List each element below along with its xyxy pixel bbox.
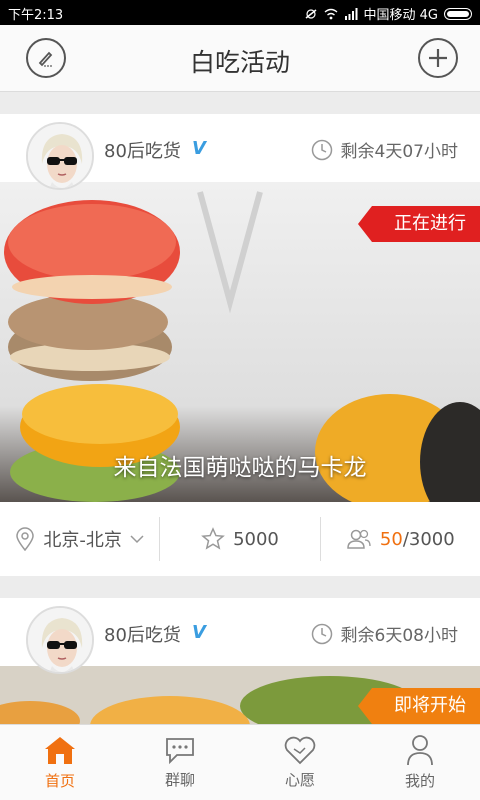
tab-chat[interactable]: 群聊 xyxy=(120,725,240,800)
status-bar: 下午2:13 中国移动 4G xyxy=(0,0,480,25)
group-icon xyxy=(347,529,371,549)
time-remaining: 剩余4天07小时 xyxy=(311,137,458,162)
activity-card[interactable]: 80后吃货 V 剩余4天07小时 正在进行 来自法国萌哒哒的马卡龙 北京-北京 … xyxy=(0,114,480,576)
star-count[interactable]: 5000 xyxy=(159,517,319,561)
clock-icon xyxy=(311,139,332,160)
username[interactable]: 80后吃货 xyxy=(104,137,181,163)
card-header: 80后吃货 V 剩余6天08小时 xyxy=(0,598,480,674)
avatar[interactable] xyxy=(26,122,94,190)
status-ribbon: 即将开始 xyxy=(358,688,480,724)
tab-wish[interactable]: 心愿 xyxy=(240,725,360,800)
wifi-icon xyxy=(324,8,337,19)
activity-image[interactable]: 即将开始 xyxy=(0,666,480,724)
clock-icon xyxy=(311,623,332,644)
tab-label: 我的 xyxy=(404,772,435,790)
tab-label: 心愿 xyxy=(284,771,315,789)
activity-card[interactable]: 80后吃货 V 剩余6天08小时 即将开始 xyxy=(0,598,480,724)
page-title: 白吃活动 xyxy=(189,48,290,77)
chevron-down-icon xyxy=(130,535,144,544)
username[interactable]: 80后吃货 xyxy=(104,621,181,647)
tab-label: 首页 xyxy=(44,772,75,790)
activity-image[interactable]: 正在进行 来自法国萌哒哒的马卡龙 xyxy=(0,182,480,502)
time-remaining-text: 剩余6天08小时 xyxy=(340,626,458,646)
mute-icon xyxy=(305,8,316,19)
nav-bar: 白吃活动 xyxy=(0,25,480,92)
participant-count[interactable]: 50/3000 xyxy=(319,517,480,561)
tab-mine[interactable]: 我的 xyxy=(360,725,480,800)
add-button[interactable] xyxy=(418,38,458,78)
location-pin-icon xyxy=(16,527,35,551)
time-remaining-text: 剩余4天07小时 xyxy=(340,142,458,162)
user-avatar-image xyxy=(28,608,92,672)
star-count-text: 5000 xyxy=(233,528,279,550)
avatar[interactable] xyxy=(26,606,94,674)
joined-count: 50 xyxy=(379,528,403,550)
signal-icon xyxy=(344,7,358,20)
status-ribbon: 正在进行 xyxy=(358,206,480,242)
home-icon xyxy=(45,737,75,764)
verified-badge: V xyxy=(192,622,206,643)
user-avatar-image xyxy=(28,124,92,188)
chat-icon xyxy=(166,738,194,765)
user-icon xyxy=(407,735,433,766)
carrier-label: 中国移动 4G xyxy=(363,8,438,23)
add-icon xyxy=(429,49,447,67)
location-text: 北京-北京 xyxy=(43,530,122,551)
time-remaining: 剩余6天08小时 xyxy=(311,621,458,646)
verified-badge: V xyxy=(192,138,206,159)
tab-label: 群聊 xyxy=(164,771,195,789)
activity-title: 来自法国萌哒哒的马卡龙 xyxy=(113,455,367,481)
tab-home[interactable]: 首页 xyxy=(0,725,120,800)
location-filter[interactable]: 北京-北京 xyxy=(0,517,159,561)
battery-icon xyxy=(444,7,472,20)
capacity-count: /3000 xyxy=(402,528,455,550)
star-icon xyxy=(201,527,225,550)
tab-bar: 首页 群聊 心愿 我的 xyxy=(0,724,480,800)
activity-stats: 北京-北京 5000 50/3000 xyxy=(0,502,480,576)
status-time: 下午2:13 xyxy=(8,8,64,23)
card-header: 80后吃货 V 剩余4天07小时 xyxy=(0,114,480,190)
heart-icon xyxy=(284,736,316,765)
